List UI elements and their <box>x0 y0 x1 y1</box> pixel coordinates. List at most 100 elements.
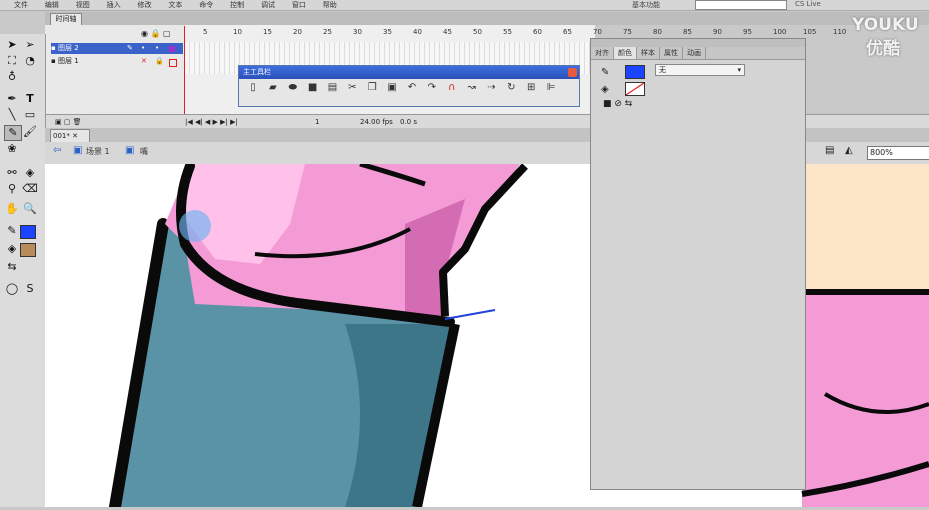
new-icon[interactable]: ▯ <box>247 82 259 94</box>
cursor-highlight <box>179 210 211 242</box>
scene-link[interactable]: 场景 1 <box>86 146 110 157</box>
stroke-color-swatch[interactable] <box>625 65 645 79</box>
lasso-icon[interactable]: ♁ <box>4 70 20 84</box>
straighten-icon[interactable]: ⇢ <box>486 82 498 94</box>
rotate-icon[interactable]: ↻ <box>505 82 517 94</box>
pencil-icon: ✎ <box>127 44 133 52</box>
color-type-value: 无 <box>659 66 666 74</box>
main-toolbar-window[interactable]: 主工具栏 ▯ ▰ ⬬ ■ ▤ ✂ ❐ ▣ ↶ ↷ ∩ ↝ ⇢ ↻ ⊞ ⊫ <box>238 65 580 107</box>
undo-icon[interactable]: ↶ <box>406 82 418 94</box>
menu-debug[interactable]: 调试 <box>261 1 275 10</box>
help-search-input[interactable] <box>695 0 787 10</box>
text-tool-icon[interactable]: T <box>22 92 38 106</box>
hand-tool-icon[interactable]: ✋ <box>4 202 20 216</box>
snap-icon[interactable]: ∩ <box>446 82 458 94</box>
smooth-icon[interactable]: S <box>22 282 38 296</box>
document-tab[interactable]: 001* ✕ <box>50 129 90 143</box>
edit-scene-icon[interactable]: ▤ <box>825 145 834 156</box>
eyedropper-icon[interactable]: ⚲ <box>4 182 20 196</box>
smooth-icon[interactable]: ↝ <box>466 82 478 94</box>
subselection-tool-icon[interactable]: ➢ <box>22 38 38 52</box>
print-icon[interactable]: ▤ <box>327 82 339 94</box>
timeline-tabbar <box>45 12 929 25</box>
align-icon[interactable]: ⊫ <box>545 82 557 94</box>
cs-live-button[interactable]: CS Live <box>795 0 821 8</box>
fill-none-swatch[interactable] <box>625 82 645 96</box>
menu-help[interactable]: 帮助 <box>323 1 337 10</box>
stroke-pencil-icon: ✎ <box>601 67 610 78</box>
stroke-color-icon: ✎ <box>7 224 17 237</box>
3d-rotation-icon[interactable]: ◔ <box>22 54 38 68</box>
outline-color-icon[interactable] <box>169 59 177 67</box>
swap-colors-icon[interactable]: ⇆ <box>4 260 20 274</box>
menu-file[interactable]: 文件 <box>14 1 28 10</box>
tab-align[interactable]: 对齐 <box>591 47 614 59</box>
menu-commands[interactable]: 命令 <box>199 1 213 10</box>
tab-swatches[interactable]: 样本 <box>637 47 660 59</box>
visible-dot[interactable]: • <box>141 43 145 54</box>
open-icon[interactable]: ▰ <box>267 82 279 94</box>
menu-text[interactable]: 文本 <box>168 1 182 10</box>
tab-motion[interactable]: 动画 <box>683 47 706 59</box>
frame-number: 90 <box>713 28 722 36</box>
bone-tool-icon[interactable]: ⚯ <box>4 166 20 180</box>
line-tool-icon[interactable]: ╲ <box>4 108 20 122</box>
edit-symbol-icon[interactable]: ◭ <box>845 145 853 156</box>
symbol-link[interactable]: 嘴 <box>140 146 148 157</box>
playhead[interactable] <box>184 26 185 114</box>
frame-number: 75 <box>623 28 632 36</box>
paint-bucket-icon[interactable]: ◈ <box>22 166 38 180</box>
color-panel-header[interactable] <box>591 39 805 47</box>
menu-edit[interactable]: 编辑 <box>45 1 59 10</box>
tab-properties[interactable]: 属性 <box>660 47 683 59</box>
menu-control[interactable]: 控制 <box>230 1 244 10</box>
tab-color[interactable]: 颜色 <box>614 47 637 59</box>
workspace-switcher[interactable]: 基本功能 <box>632 0 660 10</box>
swap-colors-icon[interactable]: ■ ⊘ ⇆ <box>603 99 632 109</box>
frame-number: 95 <box>743 28 752 36</box>
close-icon[interactable]: ✕ <box>72 132 78 140</box>
frame-number: 40 <box>413 28 422 36</box>
menu-window[interactable]: 窗口 <box>292 1 306 10</box>
zoom-tool-icon[interactable]: 🔍 <box>22 202 38 216</box>
stroke-color-swatch[interactable] <box>20 225 36 239</box>
new-layer-icon[interactable]: ▣ ▢ 🗑 <box>55 115 82 129</box>
layer-row-1[interactable]: ▪ 图层 1 ✕ 🔒 <box>51 56 183 67</box>
selection-tool-icon[interactable]: ➤ <box>4 38 20 52</box>
pen-tool-icon[interactable]: ✒ <box>4 92 20 106</box>
save-icon[interactable]: ■ <box>307 82 319 94</box>
frame-number: 35 <box>383 28 392 36</box>
playback-icons[interactable]: |◀ ◀| ◀ ▶ ▶| ▶| <box>185 115 238 129</box>
eraser-icon[interactable]: ⌫ <box>22 182 38 196</box>
scale-icon[interactable]: ⊞ <box>525 82 537 94</box>
layer-row-2[interactable]: ▪ 图层 2 ✎ • • <box>51 43 183 54</box>
paste-icon[interactable]: ▣ <box>386 82 398 94</box>
hidden-x-icon[interactable]: ✕ <box>141 56 147 67</box>
menu-view[interactable]: 视图 <box>76 1 90 10</box>
layer-icon: ▪ <box>51 57 58 65</box>
lock-dot[interactable]: • <box>155 43 159 54</box>
brush-tool-icon[interactable]: 🖌 <box>22 125 38 139</box>
close-icon[interactable] <box>568 68 577 77</box>
frame-number: 50 <box>473 28 482 36</box>
color-type-select[interactable]: 无 ▾ <box>655 64 745 76</box>
rectangle-tool-icon[interactable]: ▭ <box>22 108 38 122</box>
menu-insert[interactable]: 插入 <box>107 1 121 10</box>
lock-icon[interactable]: 🔒 <box>155 56 164 67</box>
main-toolbar-titlebar[interactable]: 主工具栏 <box>239 66 579 79</box>
deco-tool-icon[interactable]: ❀ <box>4 142 20 156</box>
back-arrow-icon[interactable]: ⇦ <box>53 145 61 156</box>
menu-modify[interactable]: 修改 <box>138 1 152 10</box>
menu-bar: 文件 编辑 视图 插入 修改 文本 命令 控制 调试 窗口 帮助 <box>0 0 929 11</box>
copy-icon[interactable]: ❐ <box>366 82 378 94</box>
fill-color-swatch[interactable] <box>20 243 36 257</box>
bridge-icon[interactable]: ⬬ <box>287 82 299 94</box>
snap-to-objects-icon[interactable]: ◯ <box>4 282 20 296</box>
free-transform-icon[interactable]: ⛶ <box>4 54 20 68</box>
pencil-tool-icon[interactable]: ✎ <box>4 125 22 141</box>
scene-icon: ▣ <box>73 145 83 156</box>
cut-icon[interactable]: ✂ <box>346 82 358 94</box>
redo-icon[interactable]: ↷ <box>426 82 438 94</box>
zoom-input[interactable]: 800% <box>867 146 929 160</box>
outline-color-icon[interactable] <box>169 46 175 52</box>
